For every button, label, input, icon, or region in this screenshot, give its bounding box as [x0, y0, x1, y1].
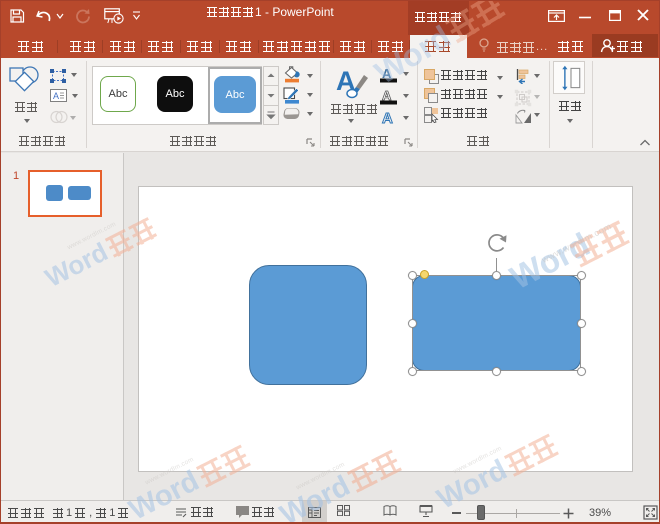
svg-text:A: A — [53, 91, 59, 101]
svg-text:A: A — [382, 110, 393, 126]
